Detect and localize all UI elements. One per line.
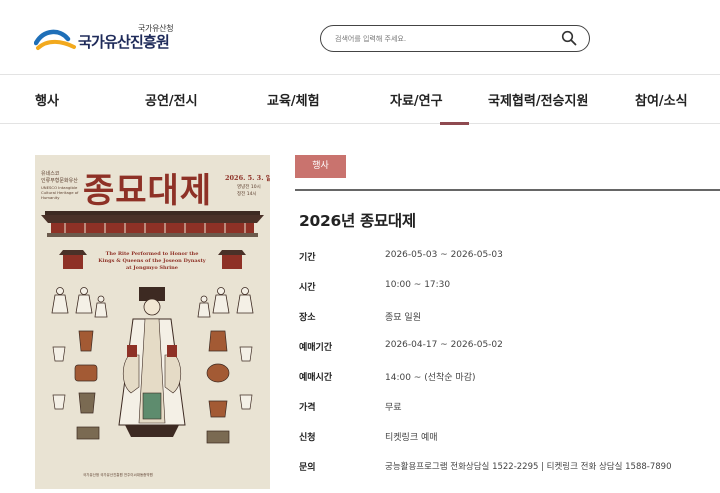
title-divider — [295, 189, 720, 191]
site-logo[interactable]: 국가유산청 국가유산진흥원 — [34, 22, 174, 54]
detail-row-booking-time: 예매시간 14:00 ~ (선착순 마감) — [299, 370, 720, 384]
detail-value: 궁능활용프로그램 전화상담실 1522-2295 | 티켓링크 전화 상담실 1… — [385, 462, 672, 472]
detail-value: 종묘 일원 — [385, 313, 421, 323]
detail-row-price: 가격 무료 — [299, 400, 720, 414]
ticketlink-booking-link[interactable]: 티켓링크 예매 — [385, 430, 438, 443]
poster-unesco-line1: 유네스코 — [41, 171, 60, 177]
detail-row-contact: 문의 궁능활용프로그램 전화상담실 1522-2295 | 티켓링크 전화 상담… — [299, 460, 720, 474]
poster-unesco-line2: 인류무형문화유산 — [41, 178, 78, 184]
detail-label: 예매시간 — [299, 373, 333, 383]
site-header: 국가유산청 국가유산진흥원 — [0, 0, 720, 74]
detail-value: 2026-05-03 ~ 2026-05-03 — [385, 250, 503, 260]
detail-value: 10:00 ~ 17:30 — [385, 280, 451, 290]
search-input[interactable] — [335, 30, 555, 47]
detail-label: 가격 — [299, 403, 316, 413]
poster-date: 2026. 5. 3. 일 — [225, 174, 270, 182]
detail-label: 장소 — [299, 313, 316, 323]
poster-english-title: The Rite Performed to Honor the Kings & … — [98, 251, 206, 271]
detail-row-period: 기간 2026-05-03 ~ 2026-05-03 — [299, 250, 720, 264]
main-nav: 행사 공연/전시 교육/체험 자료/연구 국제협력/전승지원 참여/소식 — [0, 75, 720, 123]
poster-unesco-label: 유네스코 인류무형문화유산 UNESCO Intangible Cultural… — [41, 171, 89, 200]
logo-wave-icon — [34, 29, 76, 50]
nav-bottom-divider — [0, 123, 720, 124]
detail-value: 2026-04-17 ~ 2026-05-02 — [385, 340, 503, 350]
category-badge: 행사 — [295, 155, 346, 178]
nav-item-research[interactable]: 자료/연구 — [390, 90, 443, 109]
detail-row-application: 신청 티켓링크 예매 — [299, 430, 720, 444]
poster-time-1: 영녕전 10시 — [237, 185, 261, 190]
nav-item-performances[interactable]: 공연/전시 — [145, 90, 198, 109]
nav-item-international[interactable]: 국제협력/전승지원 — [488, 90, 588, 109]
detail-label: 신청 — [299, 433, 316, 443]
poster-title: 종묘대제 — [83, 171, 213, 211]
event-title: 2026년 종묘대제 — [299, 212, 416, 230]
search-icon[interactable] — [561, 30, 577, 46]
detail-label: 예매기간 — [299, 343, 333, 353]
detail-value: 무료 — [385, 403, 402, 413]
nav-active-indicator — [440, 122, 469, 125]
detail-row-time: 시간 10:00 ~ 17:30 — [299, 280, 720, 294]
logo-title: 국가유산진흥원 — [78, 33, 170, 51]
detail-label: 기간 — [299, 253, 316, 263]
detail-label: 시간 — [299, 283, 316, 293]
poster-time-2: 정전 14시 — [237, 192, 257, 197]
poster-times: 영녕전 10시 정전 14시 — [237, 184, 261, 198]
detail-row-venue: 장소 종묘 일원 — [299, 310, 720, 324]
event-poster: 종묘대제 유네스코 인류무형문화유산 UNESCO Intangible Cul… — [35, 155, 270, 489]
detail-label: 문의 — [299, 463, 316, 473]
poster-footer-logos: 국가유산청 국가유산진흥원 전주이씨대동종약원 — [83, 473, 153, 477]
search-box — [320, 25, 590, 52]
poster-unesco-line3: UNESCO Intangible Cultural Heritage of H… — [41, 185, 79, 200]
detail-row-booking-period: 예매기간 2026-04-17 ~ 2026-05-02 — [299, 340, 720, 354]
nav-item-news[interactable]: 참여/소식 — [635, 90, 688, 109]
nav-item-education[interactable]: 교육/체험 — [267, 90, 320, 109]
detail-value: 14:00 ~ (선착순 마감) — [385, 373, 476, 383]
nav-item-events[interactable]: 행사 — [35, 90, 59, 109]
